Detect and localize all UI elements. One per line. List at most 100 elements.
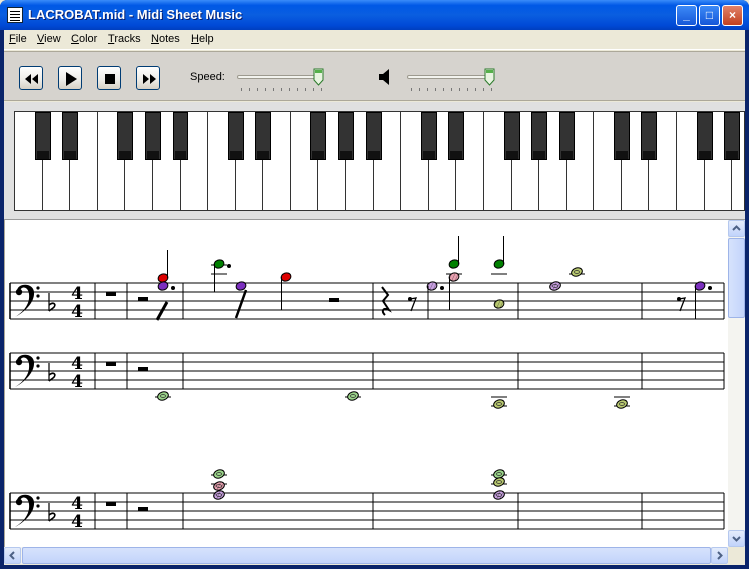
horizontal-scrollbar[interactable] [4,547,728,564]
piano-black-key [338,112,354,160]
volume-slider-thumb[interactable] [484,68,495,86]
vertical-scroll-thumb[interactable] [728,238,745,318]
speaker-icon[interactable] [377,68,393,86]
staves-group: 444444 [9,282,725,532]
menu-view[interactable]: View [37,33,61,45]
whole-rest [106,502,116,506]
piano-black-key [613,112,630,160]
fast-forward-button[interactable] [136,66,160,90]
dot [440,286,444,290]
scroll-up-button[interactable] [728,220,745,237]
note-head [157,391,169,401]
bass-clef-dot [36,504,40,508]
note [493,490,505,500]
bass-clef-dot [15,288,23,296]
piano-black-key [420,112,437,160]
note-head [571,267,583,277]
menu-bar: File View Color Tracks Notes Help [4,30,745,50]
time-signature-top: 4 [71,494,83,514]
volume-slider-track[interactable] [407,75,493,79]
sheet-music-view[interactable]: 444444 [4,220,728,547]
note [569,267,585,277]
note [211,259,231,292]
volume-slider-ticks [411,88,492,92]
half-rest [138,367,148,371]
stop-button[interactable] [97,66,121,90]
rewind-button[interactable] [19,66,43,90]
note-head-hatch [213,490,225,500]
beam [155,301,169,321]
staff: 44 [9,492,725,532]
scrollbar-corner [728,547,745,564]
menu-help[interactable]: Help [191,33,214,45]
maximize-button[interactable]: □ [699,5,720,26]
piano-keyboard[interactable] [14,111,745,211]
note-head [493,477,505,487]
piano-black-key [227,112,244,160]
stop-icon [105,74,115,84]
piano-black-key [448,112,465,160]
note [491,396,507,409]
vertical-scrollbar[interactable] [728,220,745,547]
chevron-right-icon [717,551,723,560]
note [155,391,171,401]
bass-clef-dot [36,496,40,500]
piano-black-key [503,112,520,160]
note [213,490,225,500]
note [614,396,630,409]
scroll-right-button[interactable] [711,547,728,564]
note-head-hatch [213,481,225,491]
piano-black-key [531,112,548,160]
half-rest [138,507,148,511]
speed-slider-thumb[interactable] [313,68,324,86]
note-head [213,469,225,479]
note [493,299,505,309]
piano-black-key [34,112,51,160]
menu-file[interactable]: File [9,33,27,45]
piano-black-key [144,112,161,160]
bass-clef-dot [36,364,40,368]
speed-label: Speed: [190,71,225,83]
scroll-left-button[interactable] [4,547,21,564]
close-button[interactable]: × [722,5,743,26]
fast-forward-icon [143,74,156,84]
note-head [616,399,628,409]
bass-clef-dot [36,356,40,360]
flat-icon [48,293,56,312]
chevron-up-icon [732,225,741,231]
notes-group [155,236,712,500]
title-bar[interactable]: LACROBAT.mid - Midi Sheet Music _ □ × [0,0,749,30]
note [213,481,225,491]
piano-black-key [696,112,713,160]
note-head [493,399,505,409]
piano-black-key [558,112,575,160]
rewind-icon [25,74,38,84]
time-signature-bottom: 4 [71,372,83,392]
piano-black-key [641,112,658,160]
app-window: LACROBAT.mid - Midi Sheet Music _ □ × Fi… [0,0,749,569]
window-title: LACROBAT.mid - Midi Sheet Music [28,7,243,22]
menu-notes[interactable]: Notes [151,33,180,45]
note [694,281,712,291]
horizontal-scroll-thumb[interactable] [22,547,711,564]
menu-color[interactable]: Color [71,33,97,45]
dot [708,286,712,290]
play-button[interactable] [58,66,82,90]
note [549,281,561,291]
bass-clef-dot [15,358,23,366]
chevron-left-icon [9,551,15,560]
scroll-down-button[interactable] [728,530,745,547]
speed-slider-track[interactable] [237,75,323,79]
note [345,391,361,401]
staff: 44 [9,352,725,392]
note-head-hatch [494,299,504,309]
bass-clef-dot [36,286,40,290]
dot [227,264,231,268]
minimize-button[interactable]: _ [676,5,697,26]
staff: 44 [9,282,725,322]
piano-black-key [310,112,327,160]
menu-tracks[interactable]: Tracks [108,33,141,45]
time-signature-bottom: 4 [71,302,83,322]
piano-black-key [172,112,189,160]
chevron-down-icon [732,536,741,542]
